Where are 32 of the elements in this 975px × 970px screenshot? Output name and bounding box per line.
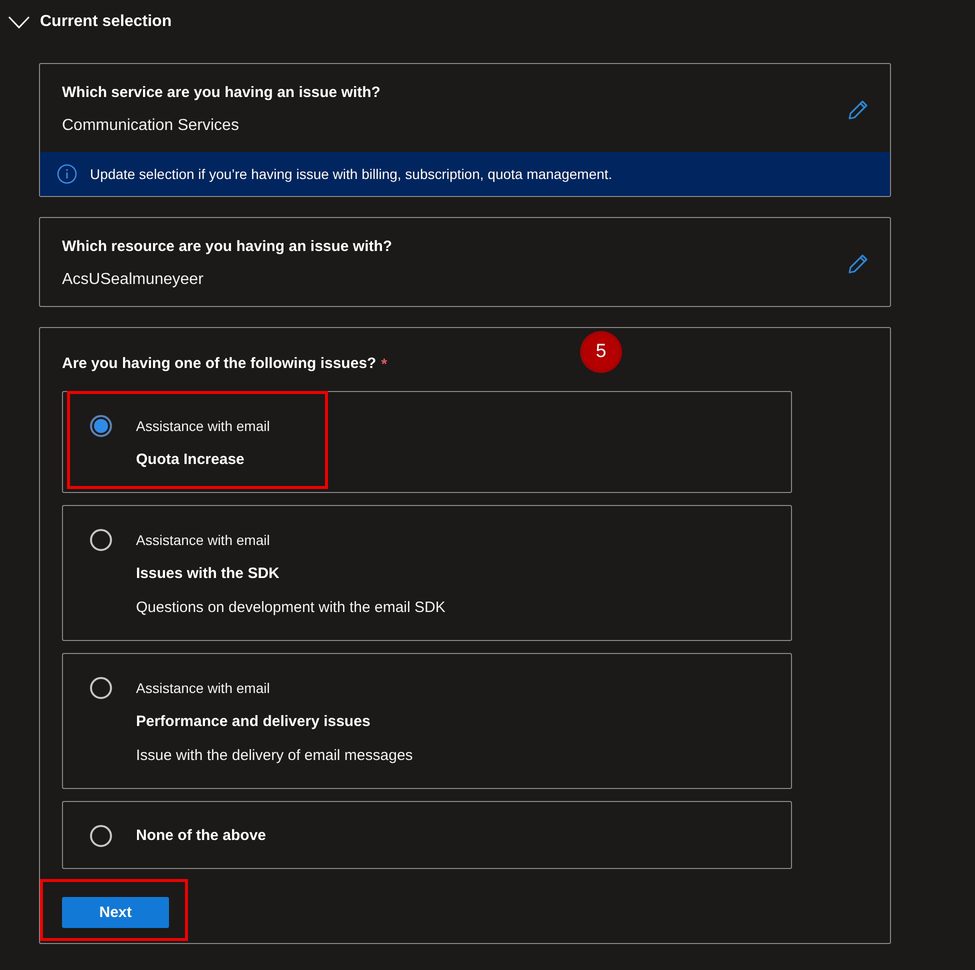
option-category: Assistance with email [136,417,270,436]
section-toggle[interactable]: Current selection [8,10,172,34]
option-category: Assistance with email [136,679,271,698]
option-title: Quota Increase [136,450,246,470]
option-title: None of the above [136,826,266,846]
radio-button[interactable] [90,825,112,847]
radio-button[interactable] [90,677,112,699]
question-label: Which service are you having an issue with? [62,83,380,103]
info-text: Update selection if you’re having issue with billing, subscription, quota management. [90,166,612,182]
question-label: Are you having one of the following issues? [62,354,376,374]
option-title: Performance and delivery issues [136,712,372,732]
radio-option[interactable]: Assistance with email Issues with the SDK Questions on development with the email SDK [62,505,792,641]
answer-text: AcsUSealmuneyeer [62,270,204,290]
question-label: Which resource are you having an issue with? [62,237,392,257]
pencil-icon [848,100,868,120]
answer-text: Communication Services [62,116,240,136]
radio-option[interactable]: None of the above [62,801,792,869]
edit-button[interactable] [848,100,868,120]
pencil-icon [848,254,868,274]
radio-option[interactable]: Assistance with email Quota Increase [62,391,792,493]
radio-option[interactable]: Assistance with email Performance and delivery issues Issue with the delivery of email messages [62,653,792,789]
radio-button[interactable] [90,529,112,551]
next-button[interactable]: Next [62,897,169,928]
radio-button[interactable] [90,415,112,437]
edit-button[interactable] [848,254,868,274]
step-number-badge: 5 [580,331,622,373]
info-icon [57,164,77,184]
option-description: Questions on development with the email SDK [136,598,446,618]
option-description: Issue with the delivery of email messages [136,746,413,766]
option-category: Assistance with email [136,531,271,550]
option-title: Issues with the SDK [136,564,280,584]
required-mark: * [381,356,388,372]
